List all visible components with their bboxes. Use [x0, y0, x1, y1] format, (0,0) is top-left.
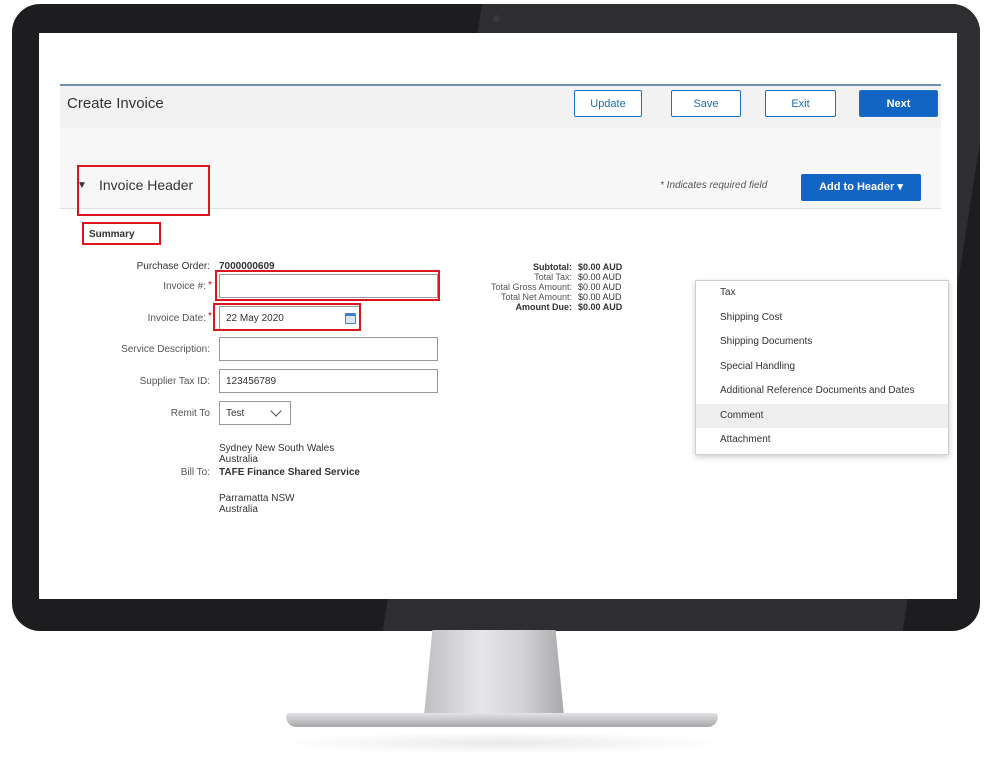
monitor-stand-neck [424, 630, 564, 716]
purchase-order-label: Purchase Order: [136, 261, 210, 272]
remit-to-select[interactable]: Test [219, 401, 291, 425]
summary-tab[interactable]: Summary [89, 229, 135, 240]
chevron-down-icon [270, 405, 282, 417]
total-gross-label: Total Gross Amount: [490, 282, 572, 292]
monitor-stand-base [286, 713, 718, 727]
page-title: Create Invoice [67, 95, 164, 112]
required-asterisk: * [208, 311, 212, 322]
save-button[interactable]: Save [671, 90, 741, 117]
required-asterisk: * [208, 280, 212, 291]
remit-to-value: Test [226, 408, 245, 419]
bill-address-line-1: Parramatta NSW [219, 493, 295, 504]
remit-address-line-1: Sydney New South Wales [219, 443, 335, 454]
remit-to-address: Sydney New South Wales Australia [219, 443, 334, 465]
menu-item-shipping-cost[interactable]: Shipping Cost [696, 306, 948, 331]
total-net-value: $0.00 AUD [578, 292, 622, 302]
menu-item-special-handling[interactable]: Special Handling [696, 355, 948, 380]
app-header: Create Invoice Update Save Exit Next [60, 86, 941, 128]
add-to-header-menu: Tax Shipping Cost Shipping Documents Spe… [695, 280, 949, 455]
invoice-app: Create Invoice Update Save Exit Next ▼ I… [60, 84, 949, 539]
total-tax-value: $0.00 AUD [578, 272, 622, 282]
subtotal-value: $0.00 AUD [578, 262, 623, 272]
invoice-number-input[interactable] [219, 274, 438, 298]
menu-item-additional-reference[interactable]: Additional Reference Documents and Dates [696, 379, 948, 404]
screen: Create Invoice Update Save Exit Next ▼ I… [39, 33, 957, 599]
exit-button[interactable]: Exit [765, 90, 836, 117]
invoice-date-value: 22 May 2020 [226, 313, 284, 324]
service-description-label: Service Description: [121, 344, 210, 355]
menu-item-shipping-documents[interactable]: Shipping Documents [696, 330, 948, 355]
invoice-number-label: Invoice #: [163, 281, 206, 292]
bill-to-label: Bill To: [180, 467, 210, 478]
add-to-header-button[interactable]: Add to Header ▾ [801, 174, 921, 201]
amount-due-label: Amount Due: [515, 302, 573, 312]
required-field-note: * Indicates required field [660, 180, 768, 191]
next-button[interactable]: Next [859, 90, 938, 117]
total-net-label: Total Net Amount: [500, 292, 572, 302]
remit-to-label: Remit To [170, 408, 210, 419]
bill-address-line-2: Australia [219, 504, 258, 515]
service-description-input[interactable] [219, 337, 438, 361]
invoice-header-title: Invoice Header [99, 177, 194, 193]
invoice-header-section-bar: ▼ Invoice Header * Indicates required fi… [60, 128, 941, 209]
total-gross-value: $0.00 AUD [578, 282, 622, 292]
bill-to-address: Parramatta NSW Australia [219, 493, 295, 515]
calendar-icon[interactable] [345, 313, 356, 324]
app-body: ▼ Invoice Header * Indicates required fi… [60, 128, 949, 539]
menu-item-tax[interactable]: Tax [696, 281, 948, 306]
menu-item-attachment[interactable]: Attachment [696, 428, 948, 453]
invoice-date-input[interactable]: 22 May 2020 [219, 306, 360, 330]
supplier-tax-id-label: Supplier Tax ID: [139, 376, 210, 387]
bill-to-value: TAFE Finance Shared Service [219, 467, 360, 478]
camera-dot [493, 15, 500, 22]
update-button[interactable]: Update [574, 90, 642, 117]
remit-address-line-2: Australia [219, 454, 258, 465]
collapse-icon[interactable]: ▼ [77, 180, 87, 191]
invoice-date-label: Invoice Date: [147, 313, 206, 324]
total-tax-label: Total Tax: [534, 272, 572, 282]
monitor-stand-shadow [290, 733, 714, 753]
amount-due-value: $0.00 AUD [578, 302, 623, 312]
subtotal-label: Subtotal: [533, 262, 572, 272]
supplier-tax-id-input[interactable]: 123456789 [219, 369, 438, 393]
menu-item-comment[interactable]: Comment [696, 403, 948, 428]
purchase-order-value: 7000000609 [219, 261, 275, 272]
